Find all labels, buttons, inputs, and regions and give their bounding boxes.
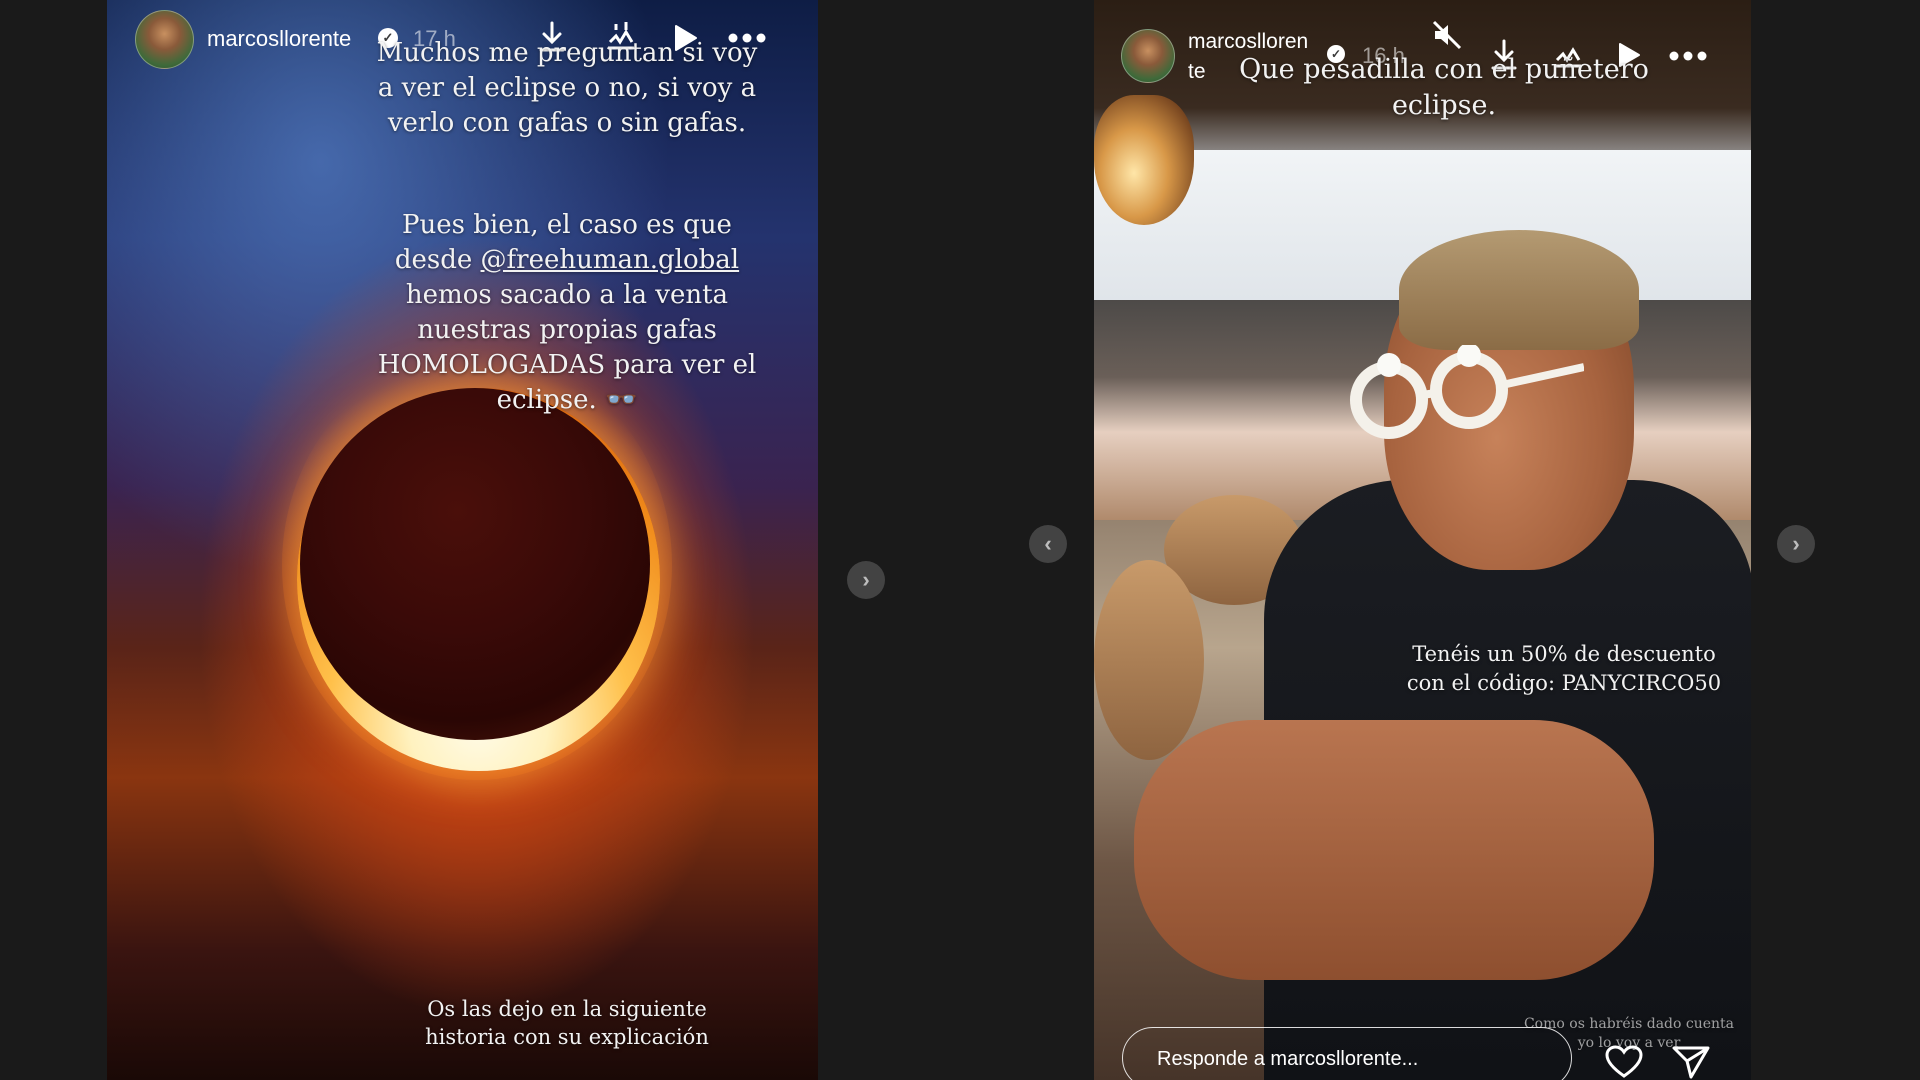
chevron-right-icon[interactable]: › — [1777, 525, 1815, 563]
mention-link[interactable]: @freehuman.global — [481, 245, 740, 275]
avatar[interactable] — [135, 10, 194, 69]
reply-input[interactable]: Responde a marcosllorente... — [1122, 1027, 1572, 1080]
story-text-main: Pues bien, el caso es que desde @freehum… — [257, 173, 818, 418]
man-arms — [1134, 720, 1654, 980]
story-left[interactable]: marcosllorente ✓ 17 h Muchos me pregunta… — [107, 0, 818, 1080]
username-wrap[interactable]: te — [1188, 60, 1206, 84]
story-right[interactable]: marcoslloren te ✓ 16 h Que pesadilla con… — [1094, 0, 1751, 1080]
story-text-top: Que pesadilla con el puñetero eclipse. — [1239, 54, 1649, 121]
man-hair — [1399, 230, 1639, 350]
story-text-bottom: Os las dejo en la siguiente historia con… — [425, 997, 709, 1049]
story-text-top: Muchos me preguntan si voy a ver el ecli… — [376, 38, 758, 138]
eclipse-moon — [300, 388, 650, 740]
username[interactable]: marcoslloren — [1188, 30, 1308, 54]
story-text-main-b: hemos sacado a la venta nuestras propias… — [377, 280, 757, 415]
more-icon[interactable] — [1668, 50, 1708, 62]
heart-icon[interactable] — [1605, 1045, 1643, 1080]
avatar[interactable] — [1121, 29, 1175, 83]
chevron-right-icon[interactable]: › — [847, 561, 885, 599]
hanging-lamp — [1094, 95, 1194, 225]
novelty-glasses — [1344, 345, 1584, 440]
send-icon[interactable] — [1672, 1045, 1710, 1080]
chevron-left-icon[interactable]: ‹ — [1029, 525, 1067, 563]
discount-text: Tenéis un 50% de descuento con el código… — [1406, 642, 1722, 695]
chair — [1094, 560, 1204, 760]
muted-speaker-icon[interactable] — [1432, 20, 1462, 50]
